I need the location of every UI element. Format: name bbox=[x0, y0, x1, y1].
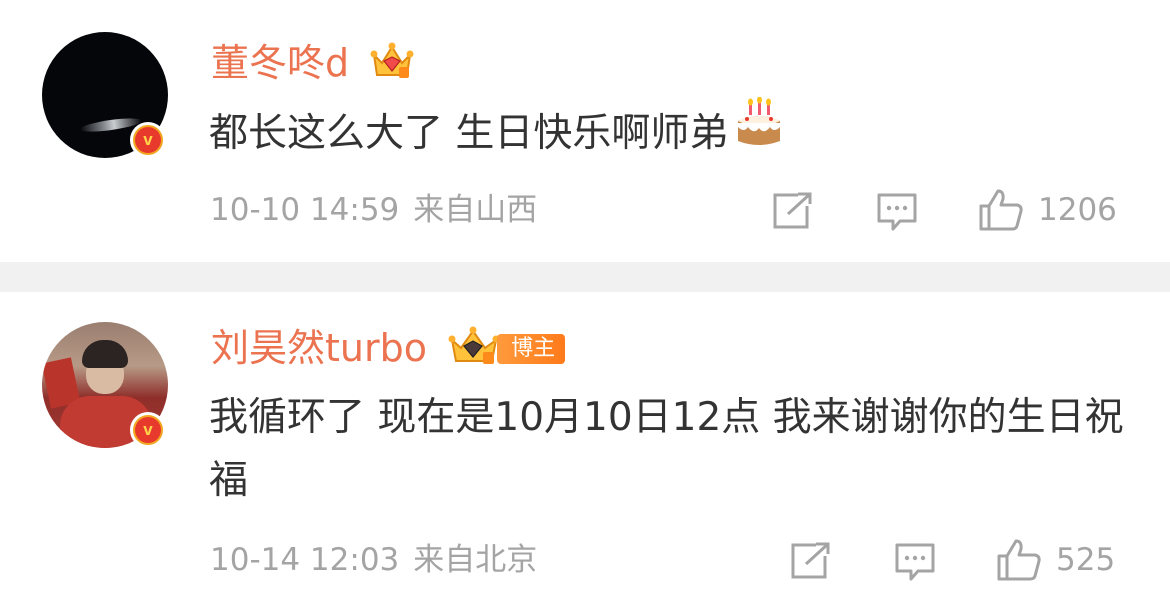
comment-item: v 董冬咚d 都长这么大了 生日快乐啊师弟 10-10 14:59 来自山西 1… bbox=[0, 0, 1170, 262]
blogger-badge[interactable]: 博主 bbox=[497, 333, 566, 364]
verified-letter: v bbox=[135, 417, 161, 443]
location: 来自北京 bbox=[413, 542, 538, 578]
reply-button[interactable] bbox=[876, 192, 918, 232]
share-icon bbox=[791, 542, 830, 579]
username[interactable]: 刘昊然turbo bbox=[211, 326, 427, 370]
share-button[interactable] bbox=[790, 542, 832, 580]
like-count: 1206 bbox=[1038, 192, 1117, 228]
comment-text: 我循环了 现在是10月10日12点 我来谢谢你的生日祝福 bbox=[209, 395, 1124, 503]
timestamp: 10-10 14:59 bbox=[210, 192, 400, 228]
verified-badge-icon: v bbox=[130, 122, 166, 158]
comment-body: 都长这么大了 生日快乐啊师弟 bbox=[209, 111, 729, 156]
reply-button[interactable] bbox=[894, 542, 936, 582]
like-count: 525 bbox=[1056, 542, 1116, 578]
share-icon bbox=[773, 192, 812, 229]
share-button[interactable] bbox=[772, 192, 814, 230]
comment-text: 都长这么大了 生日快乐啊师弟 bbox=[209, 96, 1139, 170]
username[interactable]: 董冬咚d bbox=[211, 41, 349, 85]
like-button[interactable]: 525 bbox=[996, 538, 1115, 582]
username-row: 董冬咚d bbox=[211, 40, 415, 91]
comment-meta: 10-14 12:03 来自北京 bbox=[210, 540, 551, 580]
thumbs-up-icon bbox=[979, 189, 1023, 231]
like-button[interactable]: 1206 bbox=[978, 188, 1117, 232]
location: 来自山西 bbox=[413, 192, 538, 228]
username-row: 刘昊然turbo 博主 bbox=[211, 325, 566, 376]
comment-meta: 10-10 14:59 来自山西 bbox=[210, 190, 551, 230]
comment-icon bbox=[895, 543, 935, 581]
thumbs-up-icon bbox=[997, 539, 1041, 581]
birthday-cake-icon bbox=[734, 96, 784, 166]
comment-icon bbox=[877, 193, 917, 231]
timestamp: 10-14 12:03 bbox=[210, 542, 400, 578]
crown-icon[interactable] bbox=[447, 326, 501, 376]
crown-icon[interactable] bbox=[369, 41, 415, 91]
comment-divider bbox=[0, 262, 1170, 292]
verified-badge-icon: v bbox=[130, 412, 166, 448]
verified-letter: v bbox=[135, 127, 161, 153]
